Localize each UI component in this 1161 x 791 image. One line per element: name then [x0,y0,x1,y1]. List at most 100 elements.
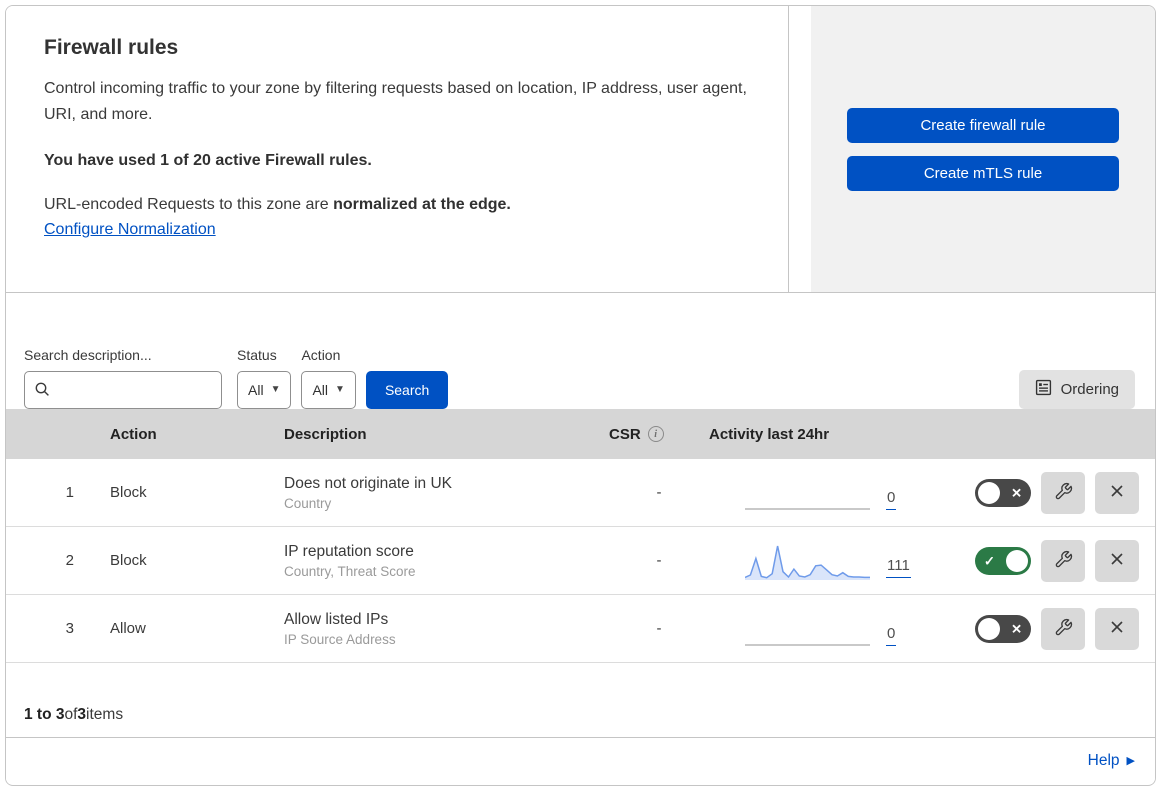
usage-summary: You have used 1 of 20 active Firewall ru… [44,151,372,169]
delete-rule-button[interactable] [1095,607,1139,650]
activity-sparkline [745,472,870,514]
toggle-state-icon: ✓ [984,553,995,568]
action-panel: Create firewall rule Create mTLS rule [811,6,1155,292]
pagination-summary: 1 to 3 of 3 items [6,663,1155,738]
search-group: Search description... [24,347,222,409]
page-title: Firewall rules [44,36,179,59]
rule-action: Block [110,552,147,569]
wrench-icon [1054,618,1073,640]
wrench-icon [1054,550,1073,572]
rule-priority: 1 [65,484,74,501]
table-row: 1 Block Does not originate in UK Country… [6,459,1155,527]
intro-card: Firewall rules Control incoming traffic … [6,6,789,292]
action-filter-group: Action All ▼ [301,347,356,409]
rule-action: Allow [110,620,146,637]
activity-sparkline [744,540,870,582]
rule-description-cell: Allow listed IPs IP Source Address [284,611,609,647]
toggle-knob [1006,549,1028,572]
info-icon[interactable]: i [647,426,664,442]
toggle-state-icon: ✕ [1011,485,1022,500]
chevron-down-icon: ▼ [270,384,281,395]
edit-rule-button[interactable] [1041,607,1085,650]
configure-normalization-link[interactable]: Configure Normalization [44,221,216,239]
close-icon [1108,618,1126,639]
help-bar: Help ▶ [6,738,1155,784]
rule-controls: ✓ [926,539,1155,582]
table-header: Action Description CSR i Activity last 2… [6,409,1155,459]
filter-bar: Search description... Status All ▼ Actio… [6,293,1155,409]
normalization-text: URL-encoded Requests to this zone are no… [44,196,748,214]
top-gap [789,6,811,292]
ordering-button-label: Ordering [1060,381,1119,398]
activity-count-link[interactable]: 111 [886,557,911,578]
status-label: Status [237,347,277,363]
create-firewall-rule-button[interactable]: Create firewall rule [847,107,1119,143]
rule-enabled-toggle[interactable]: ✕ [975,478,1031,507]
arrow-right-icon: ▶ [1126,754,1135,767]
intro-description: Control incoming traffic to your zone by… [44,80,747,123]
rule-controls: ✕ [926,607,1155,650]
action-label: Action [301,347,341,363]
rule-description: IP reputation score [284,542,414,560]
create-mtls-rule-button[interactable]: Create mTLS rule [847,155,1119,191]
toggle-knob [978,481,1000,504]
description-column-header: Description [284,425,367,443]
search-label: Search description... [24,347,152,363]
rule-controls: ✕ [926,471,1155,514]
rule-enabled-toggle[interactable]: ✓ [975,546,1031,575]
activity-column-header: Activity last 24hr [709,425,830,443]
flat-activity-line [745,643,870,646]
wrench-icon [1054,482,1073,504]
search-button[interactable]: Search [365,371,449,409]
activity-count-link[interactable]: 0 [886,489,897,510]
rule-activity-cell: 111 [709,540,926,582]
status-value: All [248,382,264,398]
rule-activity-cell: 0 [709,608,926,650]
close-icon [1108,550,1126,571]
activity-count-link[interactable]: 0 [886,625,897,646]
rule-criteria: Country, Threat Score [284,563,416,579]
action-column-header: Action [110,425,157,443]
action-value: All [312,382,329,398]
chevron-down-icon: ▼ [335,384,345,395]
table-row: 3 Allow Allow listed IPs IP Source Addre… [6,595,1155,663]
rule-description: Does not originate in UK [284,474,453,492]
help-link[interactable]: Help ▶ [1088,752,1135,770]
help-link-label: Help [1087,752,1120,769]
table-row: 2 Block IP reputation score Country, Thr… [6,527,1155,595]
flat-activity-line [745,507,870,510]
firewall-rules-panel: Firewall rules Control incoming traffic … [5,5,1156,786]
rule-action: Block [110,484,147,501]
search-input[interactable] [24,371,222,409]
pagination-of: of [64,706,78,723]
delete-rule-button[interactable] [1095,471,1139,514]
edit-rule-button[interactable] [1041,539,1085,582]
rule-description: Allow listed IPs [284,610,389,628]
pagination-items: items [86,706,124,723]
edit-rule-button[interactable] [1041,471,1085,514]
delete-rule-button[interactable] [1095,539,1139,582]
rule-csr-value: - [656,552,662,569]
rule-criteria: IP Source Address [284,631,396,647]
rule-description-cell: Does not originate in UK Country [284,475,609,511]
toggle-state-icon: ✕ [1011,621,1022,636]
pagination-range: 1 to 3 [24,706,65,723]
close-icon [1108,482,1126,503]
action-dropdown[interactable]: All ▼ [301,371,356,409]
activity-sparkline [745,608,870,650]
rule-criteria: Country [284,495,332,511]
toggle-knob [978,617,1000,640]
rule-activity-cell: 0 [709,472,926,514]
ordering-button[interactable]: Ordering [1018,370,1135,409]
search-icon [34,381,51,403]
rule-csr-value: - [656,620,662,637]
rule-description-cell: IP reputation score Country, Threat Scor… [284,543,609,579]
rule-priority: 2 [65,552,74,569]
normalization-text-plain: URL-encoded Requests to this zone are [44,195,334,213]
top-section: Firewall rules Control incoming traffic … [6,6,1155,293]
csr-column-header: CSR i [609,426,709,443]
normalization-text-bold: normalized at the edge. [333,195,511,213]
status-filter-group: Status All ▼ [237,347,292,409]
rule-enabled-toggle[interactable]: ✕ [975,614,1031,643]
status-dropdown[interactable]: All ▼ [237,371,292,409]
